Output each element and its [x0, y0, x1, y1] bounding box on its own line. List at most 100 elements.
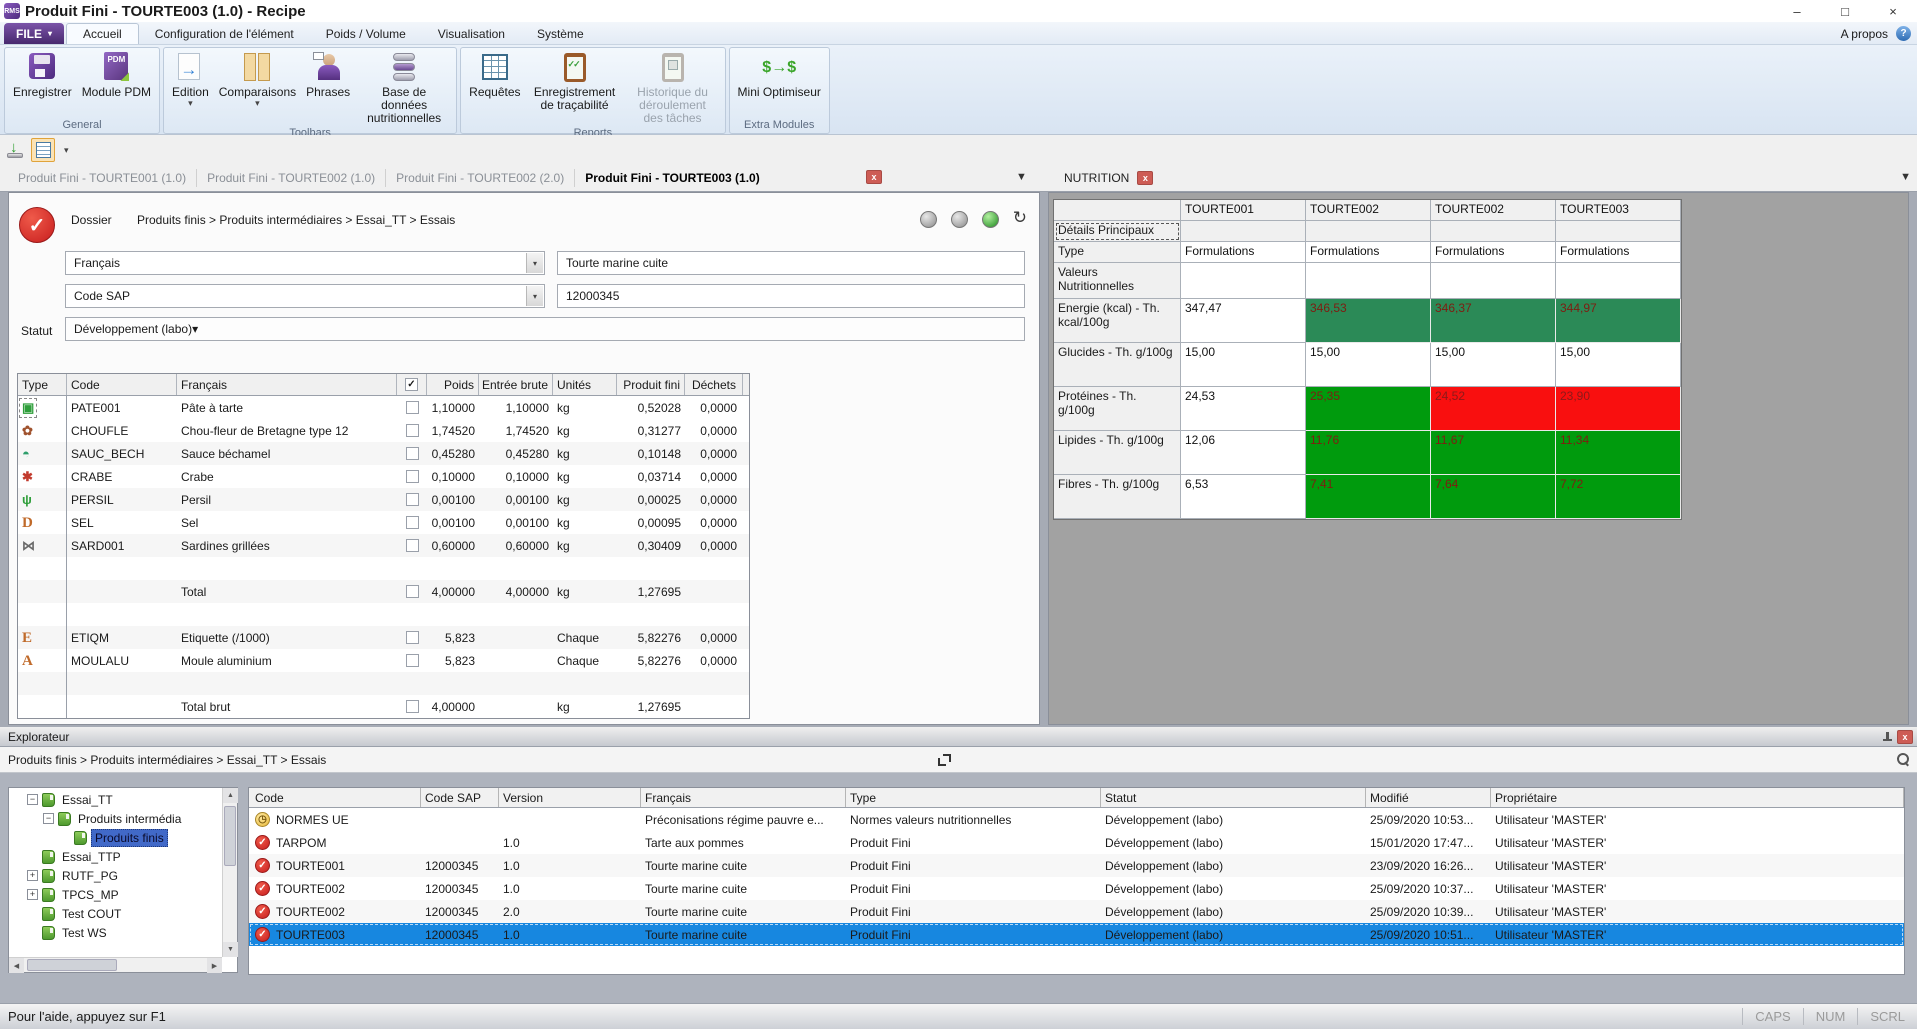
nutrition-value[interactable]: 11,67 — [1431, 431, 1556, 475]
ingredient-row[interactable]: ⋈ SARD001 Sardines grillées 0,60000 0,60… — [18, 534, 749, 557]
nutrition-tab[interactable]: NUTRITION x — [1058, 165, 1159, 191]
nutrition-row-label[interactable]: Détails Principaux — [1054, 221, 1181, 242]
column-header-proprietaire[interactable]: Propriétaire — [1491, 788, 1904, 807]
enregistrement-tracabilite-button[interactable]: Enregistrement de traçabilité — [527, 51, 623, 113]
file-menu-button[interactable]: FILE ▾ — [4, 23, 64, 44]
tree-expander-icon[interactable]: + — [27, 889, 38, 900]
comparaisons-button[interactable]: Comparaisons ▾ — [215, 51, 300, 108]
nutrition-value[interactable] — [1181, 221, 1306, 242]
nutrition-value[interactable]: 346,53 — [1306, 299, 1431, 343]
tab-list-chevron-icon[interactable]: ▼ — [1016, 171, 1027, 183]
tree-expander-icon[interactable]: − — [43, 813, 54, 824]
nutrition-row-label[interactable]: Glucides - Th. g/100g — [1054, 343, 1181, 387]
tree-vertical-scrollbar[interactable]: ▲ ▼ — [222, 788, 237, 957]
column-header-code[interactable]: Code — [67, 374, 177, 395]
mini-optimiseur-button[interactable]: $→$ Mini Optimiseur — [734, 51, 825, 100]
gray-orb-button[interactable] — [951, 211, 968, 228]
column-header-produit-fini[interactable]: Produit fini — [617, 374, 685, 395]
green-orb-button[interactable] — [982, 211, 999, 228]
column-header-francais[interactable]: Français — [641, 788, 846, 807]
toolbar-options-icon[interactable]: ▾ — [60, 145, 69, 156]
nutrition-value[interactable]: Formulations — [1556, 242, 1681, 263]
document-tab[interactable]: Produit Fini - TOURTE003 (1.0) — [574, 169, 769, 187]
language-select[interactable]: Français ▾ — [65, 251, 545, 275]
column-header-type[interactable]: Type — [846, 788, 1101, 807]
nutrition-row-label[interactable]: Energie (kcal) - Th. kcal/100g — [1054, 299, 1181, 343]
gray-orb-button[interactable] — [920, 211, 937, 228]
requetes-button[interactable]: Requêtes — [465, 51, 524, 100]
explorer-row[interactable]: ✓ TARPOM 1.0 Tarte aux pommes Produit Fi… — [249, 831, 1904, 854]
nutrition-value[interactable]: 6,53 — [1181, 475, 1306, 519]
scroll-down-icon[interactable]: ▼ — [223, 942, 238, 957]
nutrition-value[interactable]: 23,90 — [1556, 387, 1681, 431]
ingredient-row[interactable] — [18, 672, 749, 695]
nutrition-value[interactable] — [1431, 263, 1556, 299]
tree-horizontal-scrollbar[interactable]: ◀ ▶ — [9, 957, 222, 972]
module-pdm-button[interactable]: PDM Module PDM — [78, 51, 155, 100]
nutrition-value[interactable]: 12,06 — [1181, 431, 1306, 475]
ingredient-checkbox[interactable] — [406, 493, 419, 506]
tree-item[interactable]: + RUTF_PG — [9, 866, 222, 885]
nutrition-value[interactable]: 346,37 — [1431, 299, 1556, 343]
ingredient-row[interactable]: ✿ CHOUFLE Chou-fleur de Bretagne type 12… — [18, 419, 749, 442]
tree-expander-icon[interactable]: − — [27, 794, 38, 805]
nutrition-column-header[interactable]: TOURTE002 — [1306, 200, 1431, 221]
help-icon[interactable]: ? — [1896, 26, 1911, 41]
scrollbar-thumb[interactable] — [224, 806, 236, 866]
column-header-code-sap[interactable]: Code SAP — [421, 788, 499, 807]
column-header-unites[interactable]: Unités — [553, 374, 617, 395]
tree-item[interactable]: Essai_TTP — [9, 847, 222, 866]
tree-item[interactable]: − Essai_TT — [9, 790, 222, 809]
explorer-row[interactable]: ✓ TOURTE002 12000345 1.0 Tourte marine c… — [249, 877, 1904, 900]
select-all-checkbox[interactable]: ✓ — [405, 378, 418, 391]
close-explorer-icon[interactable]: x — [1897, 730, 1913, 744]
document-tab[interactable]: Produit Fini - TOURTE001 (1.0) — [8, 169, 196, 187]
column-header-poids[interactable]: Poids — [427, 374, 479, 395]
ingredient-row[interactable]: ✱ CRABE Crabe 0,10000 0,10000 kg 0,03714… — [18, 465, 749, 488]
explorer-row[interactable]: ✓ TOURTE003 12000345 1.0 Tourte marine c… — [249, 923, 1904, 946]
ingredient-checkbox[interactable] — [406, 539, 419, 552]
explorer-row[interactable]: ◷ NORMES UE Préconisations régime pauvre… — [249, 808, 1904, 831]
scroll-left-icon[interactable]: ◀ — [9, 958, 24, 973]
ingredient-checkbox[interactable] — [406, 447, 419, 460]
about-label[interactable]: A propos — [1841, 27, 1888, 41]
close-nutrition-icon[interactable]: x — [1137, 171, 1153, 185]
nutrition-value[interactable]: 25,35 — [1306, 387, 1431, 431]
nutrition-row-label[interactable]: Type — [1054, 242, 1181, 263]
code-type-select[interactable]: Code SAP ▾ — [65, 284, 545, 308]
ingredient-checkbox[interactable] — [406, 585, 419, 598]
drag-handle-icon[interactable] — [938, 754, 950, 766]
tree-item[interactable]: Test COUT — [9, 904, 222, 923]
tree-item[interactable]: + TPCS_MP — [9, 885, 222, 904]
code-sap-field[interactable]: 12000345 — [557, 284, 1025, 308]
nutrition-value[interactable] — [1556, 263, 1681, 299]
product-name-field[interactable]: Tourte marine cuite — [557, 251, 1025, 275]
explorer-row[interactable]: ✓ TOURTE001 12000345 1.0 Tourte marine c… — [249, 854, 1904, 877]
nutrition-row-label[interactable]: Fibres - Th. g/100g — [1054, 475, 1181, 519]
scrollbar-thumb[interactable] — [27, 959, 117, 971]
ingredient-checkbox[interactable] — [406, 700, 419, 713]
document-tab[interactable]: Produit Fini - TOURTE002 (1.0) — [196, 169, 385, 187]
column-header-modifie[interactable]: Modifié — [1366, 788, 1491, 807]
edition-button[interactable]: → Edition ▾ — [168, 51, 213, 108]
search-icon[interactable] — [1896, 752, 1909, 765]
import-button[interactable]: ↓ — [6, 140, 26, 160]
tree-item[interactable]: − Produits intermédia — [9, 809, 222, 828]
nutrition-column-header[interactable]: TOURTE003 — [1556, 200, 1681, 221]
nutrition-value[interactable] — [1181, 263, 1306, 299]
ingredient-row[interactable]: E ETIQM Etiquette (/1000) 5,823 Chaque 5… — [18, 626, 749, 649]
column-header-code[interactable]: Code — [249, 788, 421, 807]
nutrition-value[interactable]: 7,41 — [1306, 475, 1431, 519]
column-header-statut[interactable]: Statut — [1101, 788, 1366, 807]
nutrition-value[interactable]: 15,00 — [1556, 343, 1681, 387]
nutrition-value[interactable]: 15,00 — [1306, 343, 1431, 387]
ingredient-checkbox[interactable] — [406, 424, 419, 437]
nutrition-value[interactable]: 15,00 — [1431, 343, 1556, 387]
menu-tab[interactable]: Système — [521, 23, 600, 44]
ingredient-checkbox[interactable] — [406, 470, 419, 483]
ingredient-checkbox[interactable] — [406, 401, 419, 414]
ingredient-checkbox[interactable] — [406, 631, 419, 644]
nutrition-value[interactable]: 15,00 — [1181, 343, 1306, 387]
nutrition-value[interactable] — [1306, 263, 1431, 299]
ingredient-checkbox[interactable] — [406, 654, 419, 667]
